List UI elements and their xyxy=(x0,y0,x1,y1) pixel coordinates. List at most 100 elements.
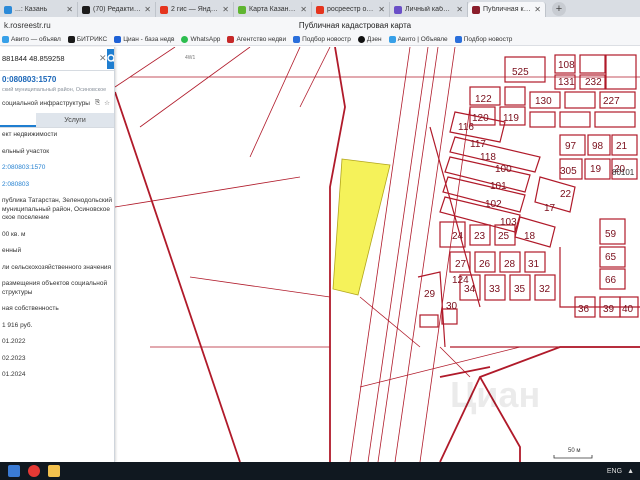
panel-tabs: Услуги xyxy=(0,113,114,128)
attribute-value: енный xyxy=(2,247,22,254)
attribute-value: публика Татарстан, Зеленодольский муници… xyxy=(2,197,112,221)
svg-text:98: 98 xyxy=(592,141,604,152)
bookmark-item[interactable]: Подбор новостр xyxy=(293,35,351,43)
close-icon[interactable]: ✕ xyxy=(378,5,385,14)
language-indicator[interactable]: ENG xyxy=(607,468,622,475)
search-icon xyxy=(106,53,114,62)
bookmark-item[interactable]: Подбор новостр xyxy=(454,35,512,43)
os-taskbar: ENG ▲ xyxy=(0,462,640,480)
bookmark-item[interactable]: БИТРИКС xyxy=(67,35,107,43)
svg-text:59: 59 xyxy=(605,229,617,240)
tab-info[interactable] xyxy=(0,113,36,127)
attribute-link[interactable]: 2:080803:1570 xyxy=(2,164,114,173)
attribute-value: 01.2022 xyxy=(2,338,26,345)
bookmark-icon xyxy=(227,35,235,43)
attribute-value: ли сельскохозяйственного значения xyxy=(2,263,112,271)
svg-text:23: 23 xyxy=(474,231,486,242)
bookmark-icon xyxy=(357,35,365,43)
svg-text:305: 305 xyxy=(560,166,577,177)
tab-favicon-icon xyxy=(472,5,480,14)
svg-text:19: 19 xyxy=(590,164,602,175)
svg-text:18: 18 xyxy=(524,231,536,242)
svg-text:131: 131 xyxy=(558,77,575,88)
object-purpose: социальной инфраструктуры ⎘ ☆ xyxy=(2,99,110,107)
bookmark-item[interactable]: Авито — объявл xyxy=(2,35,61,43)
selected-parcel[interactable] xyxy=(332,158,391,296)
svg-text:22: 22 xyxy=(560,189,572,200)
svg-text:232: 232 xyxy=(585,77,602,88)
bookmark-icon xyxy=(388,35,396,43)
object-address: ский муниципальный район, Осиновское xyxy=(2,87,107,93)
attribute-value: размещения объектов социальной структуры xyxy=(2,280,108,296)
share-icon[interactable]: ⎘ xyxy=(95,99,100,107)
svg-text:97: 97 xyxy=(565,141,577,152)
svg-text:100: 100 xyxy=(495,164,512,175)
svg-text:65: 65 xyxy=(605,252,617,263)
browser-tab-strip: ...: Казань✕ (70) Редактирование об✕ 2 г… xyxy=(0,0,640,17)
tab-favicon-icon xyxy=(160,5,168,14)
attribute-value: ельный участок xyxy=(2,147,50,155)
browser-tab[interactable]: (70) Редактирование об✕ xyxy=(78,2,156,17)
bookmark-item[interactable]: Авито | Объявле xyxy=(388,35,448,43)
svg-text:117: 117 xyxy=(470,139,486,150)
svg-text:116: 116 xyxy=(458,122,474,133)
svg-text:26: 26 xyxy=(479,259,491,270)
svg-text:25: 25 xyxy=(498,231,510,242)
svg-text:39: 39 xyxy=(603,304,615,315)
url-field[interactable]: k.rosreestr.ru xyxy=(0,21,190,30)
address-bar: k.rosreestr.ru Публичная кадастровая кар… xyxy=(0,17,640,33)
svg-text:103: 103 xyxy=(500,217,517,228)
svg-text:21: 21 xyxy=(616,141,628,152)
folder-app-icon[interactable] xyxy=(48,465,60,477)
svg-text:124: 124 xyxy=(452,275,469,286)
browser-tab-active[interactable]: Публичная кадастровая✕ xyxy=(468,2,546,17)
bookmark-icon xyxy=(114,35,122,43)
browser-tab[interactable]: росреестр онлайн сверд✕ xyxy=(312,2,390,17)
bookmark-item[interactable]: Агентство недви xyxy=(227,35,286,43)
clear-icon[interactable]: ✕ xyxy=(99,53,107,64)
attribute-link[interactable]: 2:080803 xyxy=(2,181,114,190)
tab-services[interactable]: Услуги xyxy=(36,113,114,127)
close-icon[interactable]: ✕ xyxy=(66,5,73,14)
start-icon[interactable] xyxy=(8,465,20,477)
svg-text:40: 40 xyxy=(622,304,634,315)
tab-favicon-icon xyxy=(238,5,246,14)
attribute-value: 1 916 руб. xyxy=(2,321,33,329)
cadastral-number[interactable]: 0:080803:1570 xyxy=(2,75,112,84)
tab-favicon-icon xyxy=(4,5,12,14)
info-panel: ✕ 0:080803:1570 ский муниципальный район… xyxy=(0,47,115,462)
svg-text:122: 122 xyxy=(475,94,492,105)
browser-tab[interactable]: Карта Казань улицы, дом✕ xyxy=(234,2,312,17)
new-tab-button[interactable]: + xyxy=(552,2,566,16)
star-icon[interactable]: ☆ xyxy=(104,99,110,107)
bookmark-icon xyxy=(181,35,189,43)
search-button[interactable] xyxy=(106,48,114,69)
svg-text:108: 108 xyxy=(558,60,575,71)
bookmark-item[interactable]: WhatsApp xyxy=(181,35,220,43)
svg-text:35: 35 xyxy=(514,284,526,295)
browser-app-icon[interactable] xyxy=(28,465,40,477)
close-icon[interactable]: ✕ xyxy=(534,5,541,14)
close-icon[interactable]: ✕ xyxy=(300,5,307,14)
close-icon[interactable]: ✕ xyxy=(456,5,463,14)
svg-text:101: 101 xyxy=(490,181,507,192)
svg-text:31: 31 xyxy=(528,259,540,270)
scale-bar: 50 м xyxy=(553,448,593,459)
svg-text:30: 30 xyxy=(446,301,458,312)
attributes-list: ект недвижимости ельный участок 2:080803… xyxy=(0,128,114,380)
search-input[interactable] xyxy=(0,47,99,70)
close-icon[interactable]: ✕ xyxy=(144,5,151,14)
browser-tab[interactable]: 2 гис — Яндекс нашлось✕ xyxy=(156,2,234,17)
bookmark-item[interactable]: Циан - база недв xyxy=(114,35,174,43)
tab-favicon-icon xyxy=(316,5,324,14)
object-header: 0:080803:1570 ский муниципальный район, … xyxy=(0,71,114,107)
svg-text:24: 24 xyxy=(452,231,464,242)
browser-tab[interactable]: ...: Казань ✕ xyxy=(0,2,78,17)
browser-tab[interactable]: Личный кабинет ✕ xyxy=(390,2,468,17)
close-icon[interactable]: ✕ xyxy=(222,5,229,14)
network-icon[interactable]: ▲ xyxy=(627,468,634,475)
svg-text:36: 36 xyxy=(578,304,590,315)
attribute-value: ная собственность xyxy=(2,305,59,312)
block-label: 4W1 xyxy=(185,55,196,61)
bookmark-item[interactable]: Дзен xyxy=(357,35,382,43)
